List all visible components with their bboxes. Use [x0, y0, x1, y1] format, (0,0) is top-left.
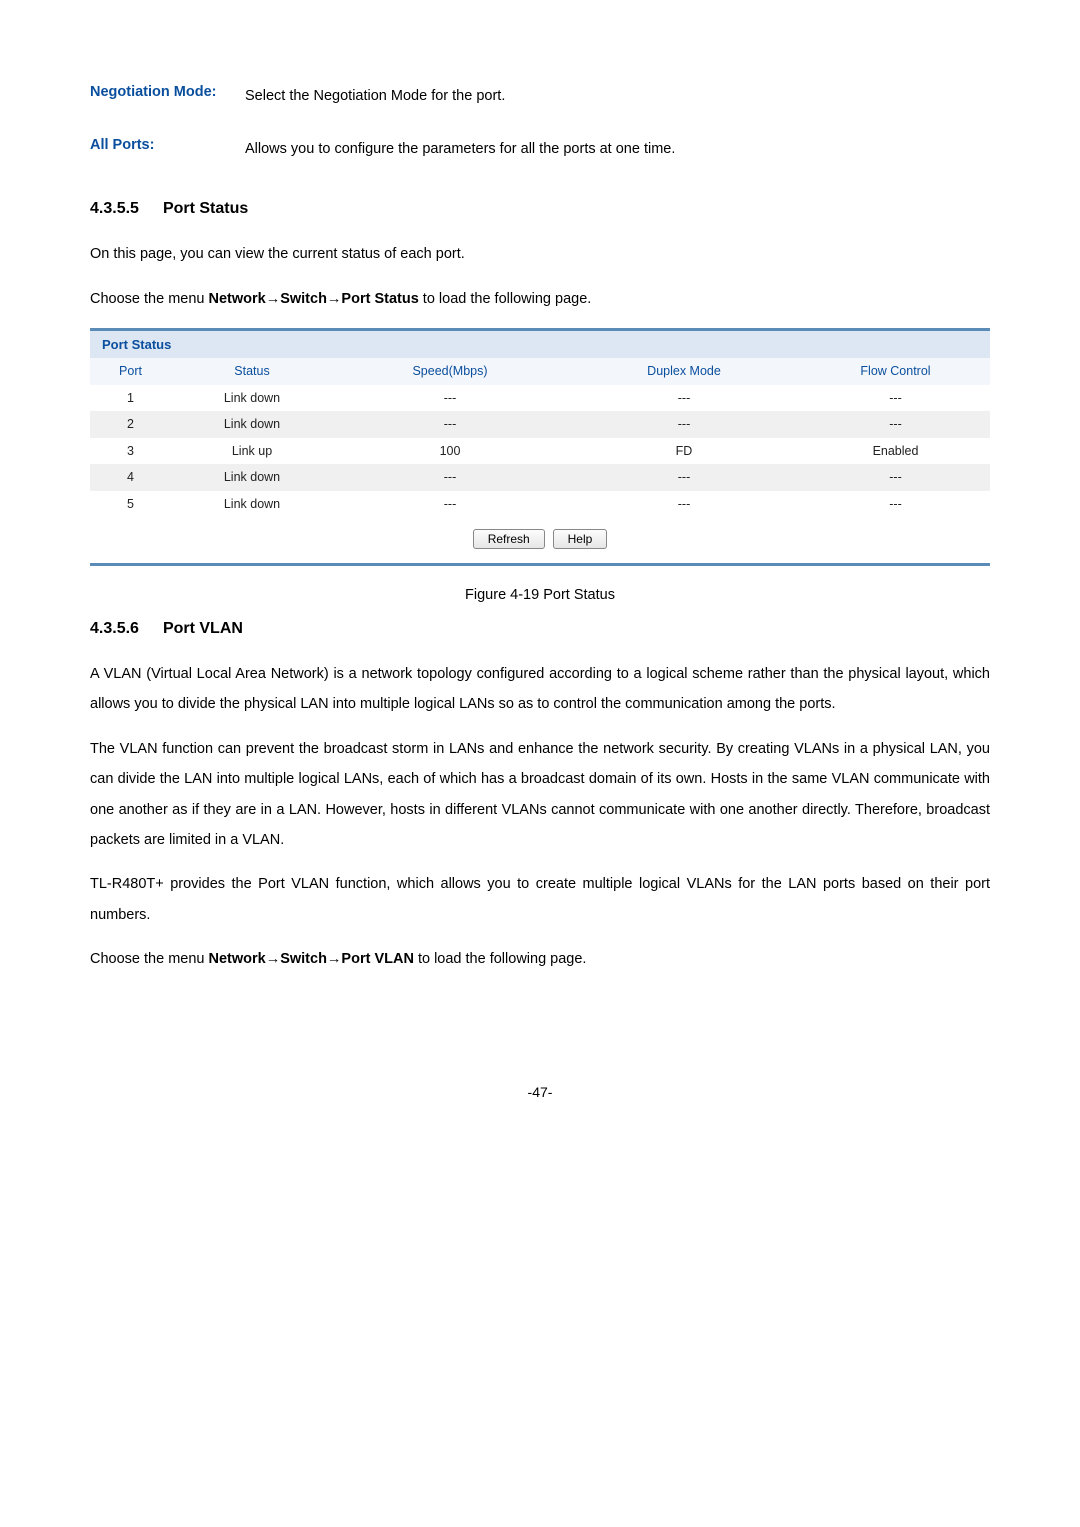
cell-status: Link down: [171, 385, 333, 412]
cell-port: 4: [90, 464, 171, 491]
text-run: to load the following page.: [419, 291, 592, 307]
cell-duplex: FD: [567, 438, 801, 465]
section-title: Port VLAN: [163, 620, 243, 637]
definition-term: All Ports:: [90, 138, 245, 161]
col-header-flow: Flow Control: [801, 358, 990, 385]
port-vlan-nav: Choose the menu Network→Switch→Port VLAN…: [90, 944, 990, 974]
port-status-panel: Port Status Port Status Speed(Mbps) Dupl…: [90, 328, 990, 566]
cell-speed: ---: [333, 411, 567, 438]
definition-term: Negotiation Mode:: [90, 85, 245, 108]
cell-speed: 100: [333, 438, 567, 465]
cell-duplex: ---: [567, 385, 801, 412]
table-row: 4 Link down --- --- ---: [90, 464, 990, 491]
table-header-row: Port Status Speed(Mbps) Duplex Mode Flow…: [90, 358, 990, 385]
cell-status: Link up: [171, 438, 333, 465]
cell-flow: ---: [801, 385, 990, 412]
definition-all-ports: All Ports: Allows you to configure the p…: [90, 138, 990, 161]
cell-status: Link down: [171, 491, 333, 518]
cell-flow: ---: [801, 464, 990, 491]
refresh-button[interactable]: Refresh: [473, 529, 545, 549]
page-number: -47-: [90, 1085, 990, 1099]
col-header-port: Port: [90, 358, 171, 385]
port-status-table: Port Status Speed(Mbps) Duplex Mode Flow…: [90, 358, 990, 517]
section-number: 4.3.5.6: [90, 621, 139, 637]
cell-port: 5: [90, 491, 171, 518]
cell-port: 1: [90, 385, 171, 412]
cell-duplex: ---: [567, 411, 801, 438]
port-vlan-para2: The VLAN function can prevent the broadc…: [90, 734, 990, 856]
text-run: to load the following page.: [414, 951, 587, 967]
section-heading-port-status: 4.3.5.5 Port Status: [90, 201, 990, 217]
cell-speed: ---: [333, 385, 567, 412]
definition-description: Allows you to configure the parameters f…: [245, 138, 990, 161]
col-header-status: Status: [171, 358, 333, 385]
section-title: Port Status: [163, 200, 248, 217]
cell-duplex: ---: [567, 491, 801, 518]
help-button[interactable]: Help: [553, 529, 608, 549]
cell-duplex: ---: [567, 464, 801, 491]
menu-path: Network→Switch→Port VLAN: [209, 951, 414, 967]
text-run: Choose the menu: [90, 291, 209, 307]
port-vlan-para1: A VLAN (Virtual Local Area Network) is a…: [90, 659, 990, 720]
definition-description: Select the Negotiation Mode for the port…: [245, 85, 990, 108]
section-number: 4.3.5.5: [90, 201, 139, 217]
figure-caption-4-19: Figure 4-19 Port Status: [90, 588, 990, 603]
cell-speed: ---: [333, 491, 567, 518]
cell-flow: ---: [801, 411, 990, 438]
section-heading-port-vlan: 4.3.5.6 Port VLAN: [90, 621, 990, 637]
definition-negotiation-mode: Negotiation Mode: Select the Negotiation…: [90, 85, 990, 108]
port-status-nav: Choose the menu Network→Switch→Port Stat…: [90, 284, 990, 314]
menu-path: Network→Switch→Port Status: [209, 291, 419, 307]
cell-status: Link down: [171, 464, 333, 491]
port-vlan-para3: TL-R480T+ provides the Port VLAN functio…: [90, 869, 990, 930]
cell-port: 2: [90, 411, 171, 438]
table-row: 5 Link down --- --- ---: [90, 491, 990, 518]
col-header-duplex: Duplex Mode: [567, 358, 801, 385]
cell-flow: Enabled: [801, 438, 990, 465]
port-status-intro: On this page, you can view the current s…: [90, 239, 990, 269]
panel-button-row: Refresh Help: [90, 529, 990, 549]
cell-port: 3: [90, 438, 171, 465]
text-run: Choose the menu: [90, 951, 209, 967]
table-row: 2 Link down --- --- ---: [90, 411, 990, 438]
panel-title: Port Status: [90, 331, 990, 358]
table-row: 3 Link up 100 FD Enabled: [90, 438, 990, 465]
cell-status: Link down: [171, 411, 333, 438]
table-row: 1 Link down --- --- ---: [90, 385, 990, 412]
col-header-speed: Speed(Mbps): [333, 358, 567, 385]
cell-speed: ---: [333, 464, 567, 491]
cell-flow: ---: [801, 491, 990, 518]
